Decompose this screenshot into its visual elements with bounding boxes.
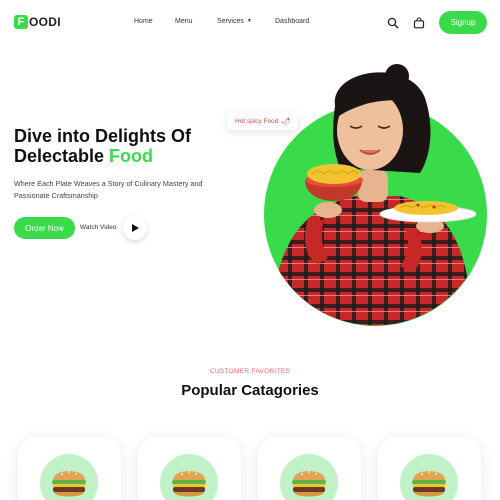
category-card[interactable] <box>138 437 241 500</box>
hero-subtitle: Where Each Plate Weaves a Story of Culin… <box>14 179 203 200</box>
burger-icon <box>412 471 446 497</box>
hero-title-prefix: Delectable <box>14 146 110 166</box>
shopping-bag-icon[interactable] <box>413 16 425 29</box>
order-now-button[interactable]: Order Now <box>14 217 75 239</box>
category-card[interactable] <box>258 437 361 500</box>
category-card[interactable] <box>378 437 481 500</box>
hot-spicy-tag: Hot spicy Food 🌶 <box>227 112 299 130</box>
watch-video-link[interactable]: Watch Video <box>80 224 117 231</box>
hero-title-line2: Delectable Food <box>14 146 234 166</box>
hero-woman-illustration <box>270 64 477 326</box>
burger-icon <box>52 471 86 497</box>
hero-title-highlight: Food <box>109 146 154 166</box>
chili-icon: 🌶 <box>281 118 291 125</box>
categories-kicker: CUSTOMER FAVORITES <box>209 368 291 375</box>
play-button[interactable] <box>123 216 147 240</box>
nav-dashboard[interactable]: Dashboard <box>275 18 309 25</box>
logo-text: OODI <box>29 15 61 29</box>
signup-button[interactable]: Signup <box>439 11 487 34</box>
category-card[interactable] <box>18 437 121 500</box>
hero-title: Dive into Delights Of Delectable Food <box>14 126 234 166</box>
categories-title: Popular Catagories <box>181 382 319 399</box>
hero-title-line1: Dive into Delights Of <box>14 126 192 146</box>
nav-services[interactable]: Services ▼ <box>217 18 252 25</box>
play-icon <box>132 224 139 232</box>
nav-home[interactable]: Home <box>134 18 153 25</box>
burger-icon <box>172 471 206 497</box>
nav-menu[interactable]: Menu <box>175 18 193 25</box>
hot-spicy-label: Hot spicy Food <box>235 117 279 125</box>
navbar: F OODI Home Menu Services ▼ Dashboard Sig… <box>0 0 500 46</box>
chevron-down-icon: ▼ <box>246 18 252 24</box>
logo[interactable]: F OODI <box>14 15 61 29</box>
search-icon[interactable] <box>387 16 399 29</box>
logo-badge: F <box>14 15 28 29</box>
nav-services-label: Services <box>217 18 244 25</box>
burger-icon <box>292 471 326 497</box>
